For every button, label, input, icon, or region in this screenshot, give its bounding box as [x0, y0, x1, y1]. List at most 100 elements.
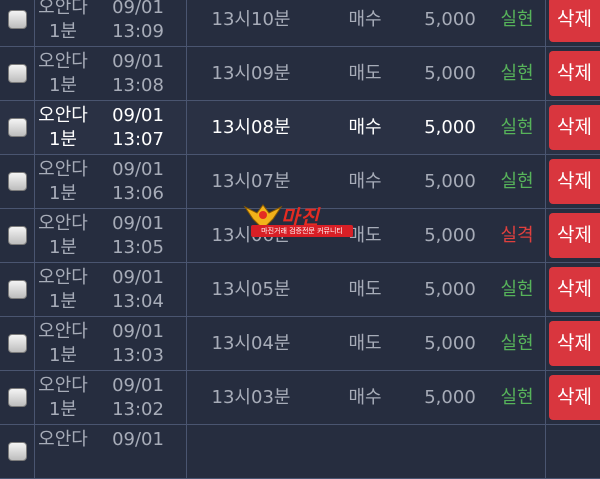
- game-name: 오안다 1분: [34, 212, 92, 260]
- game-name: 오안다 1분: [34, 158, 92, 206]
- game-name-line2: 1분: [48, 291, 77, 312]
- order-datetime: 09/01 13:02: [100, 374, 176, 422]
- result-status: 실현: [500, 117, 534, 138]
- trade-amount: [410, 425, 490, 478]
- game-name-line1: 오안다: [38, 267, 88, 288]
- order-time: 13:03: [112, 345, 164, 366]
- delete-button[interactable]: 삭제: [549, 105, 600, 150]
- trade-amount: 5,000: [424, 387, 476, 408]
- row-checkbox[interactable]: [8, 118, 27, 137]
- trade-direction: 매도: [348, 225, 382, 246]
- game-name: 오안다 1분: [34, 50, 92, 98]
- game-name: 오안다 1분: [34, 266, 92, 314]
- order-datetime: 09/01 13:09: [100, 0, 176, 44]
- table-row: 오안다 1분 09/01 13:07 13시08분 매수 5,000 실현 삭제: [0, 101, 600, 155]
- order-time: 13:04: [112, 291, 164, 312]
- trade-amount: 5,000: [424, 279, 476, 300]
- game-name-line2: 1분: [48, 183, 77, 204]
- game-name-line1: 오안다: [38, 429, 88, 450]
- result-status: 실현: [500, 9, 534, 30]
- order-datetime: 09/01 13:07: [100, 104, 176, 152]
- game-name-line2: 1분: [48, 129, 77, 150]
- order-date: 09/01: [112, 0, 164, 18]
- game-name: 오안다 1분: [34, 0, 92, 44]
- row-checkbox[interactable]: [8, 10, 27, 29]
- order-date: 09/01: [112, 105, 164, 126]
- delete-button[interactable]: 삭제: [549, 51, 600, 96]
- order-datetime: 09/01 13:05: [100, 212, 176, 260]
- result-status: 실현: [500, 387, 534, 408]
- order-datetime: 09/01 13:04: [100, 266, 176, 314]
- row-checkbox[interactable]: [8, 172, 27, 191]
- column-divider: [186, 47, 187, 100]
- trade-direction: 매수: [348, 387, 382, 408]
- row-checkbox[interactable]: [8, 442, 27, 461]
- column-divider: [186, 263, 187, 316]
- result-status: 실현: [500, 171, 534, 192]
- game-name-line1: 오안다: [38, 375, 88, 396]
- trade-direction: 매수: [348, 9, 382, 30]
- game-name-line2: 1분: [48, 21, 77, 42]
- row-checkbox[interactable]: [8, 226, 27, 245]
- trade-direction: 매도: [348, 63, 382, 84]
- trade-direction: [320, 425, 410, 478]
- column-divider: [186, 155, 187, 208]
- game-name-line1: 오안다: [38, 105, 88, 126]
- trade-amount: 5,000: [424, 117, 476, 138]
- game-name: 오안다 1분: [34, 374, 92, 422]
- round-label: 13시06분: [211, 225, 291, 246]
- table-row: 오안다 1분 09/01 13:08 13시09분 매도 5,000 실현 삭제: [0, 47, 600, 101]
- table-row: 오안다 1분 09/01 13:04 13시05분 매도 5,000 실현 삭제: [0, 263, 600, 317]
- order-datetime: 09/01 13:06: [100, 158, 176, 206]
- game-name-line2: [34, 452, 92, 476]
- delete-button[interactable]: 삭제: [549, 375, 600, 420]
- round-label: 13시05분: [211, 279, 291, 300]
- game-name: 오안다: [34, 428, 92, 476]
- order-time: 13:02: [112, 399, 164, 420]
- column-divider: [186, 371, 187, 424]
- order-date: 09/01: [112, 213, 164, 234]
- order-time: 13:07: [112, 129, 164, 150]
- order-date: 09/01: [112, 429, 164, 450]
- result-status: 실현: [500, 63, 534, 84]
- delete-button[interactable]: 삭제: [549, 267, 600, 312]
- trade-amount: 5,000: [424, 171, 476, 192]
- order-datetime: 09/01: [100, 428, 176, 476]
- round-label: 13시03분: [211, 387, 291, 408]
- trade-direction: 매도: [348, 279, 382, 300]
- delete-button[interactable]: 삭제: [549, 0, 600, 42]
- row-checkbox[interactable]: [8, 334, 27, 353]
- game-name-line1: 오안다: [38, 0, 88, 18]
- round-label: 13시09분: [211, 63, 291, 84]
- row-checkbox[interactable]: [8, 280, 27, 299]
- trade-amount: 5,000: [424, 225, 476, 246]
- delete-button[interactable]: 삭제: [549, 321, 600, 366]
- game-name-line2: 1분: [48, 345, 77, 366]
- round-label: 13시08분: [211, 117, 291, 138]
- order-date: 09/01: [112, 267, 164, 288]
- order-time: 13:08: [112, 75, 164, 96]
- table-row: 오안다 1분 09/01 13:09 13시10분 매수 5,000 실현 삭제: [0, 0, 600, 47]
- game-name-line1: 오안다: [38, 213, 88, 234]
- trade-direction: 매수: [348, 171, 382, 192]
- round-label: [196, 425, 306, 478]
- trade-direction: 매수: [348, 117, 382, 138]
- trade-direction: 매도: [348, 333, 382, 354]
- trade-amount: 5,000: [424, 63, 476, 84]
- table-row: 오안다 1분 09/01 13:06 13시07분 매수 5,000 실현 삭제: [0, 155, 600, 209]
- round-label: 13시04분: [211, 333, 291, 354]
- trade-amount: 5,000: [424, 333, 476, 354]
- game-name-line2: 1분: [48, 399, 77, 420]
- row-checkbox[interactable]: [8, 388, 27, 407]
- result-status: 실현: [500, 333, 534, 354]
- order-date: 09/01: [112, 375, 164, 396]
- delete-button[interactable]: 삭제: [549, 159, 600, 204]
- table-row: 오안다 1분 09/01 13:02 13시03분 매수 5,000 실현 삭제: [0, 371, 600, 425]
- row-checkbox[interactable]: [8, 64, 27, 83]
- column-divider: [186, 0, 187, 46]
- delete-button[interactable]: 삭제: [549, 213, 600, 258]
- result-status: [488, 425, 546, 478]
- order-date: 09/01: [112, 159, 164, 180]
- table-row: 오안다 09/01: [0, 425, 600, 479]
- order-date: 09/01: [112, 51, 164, 72]
